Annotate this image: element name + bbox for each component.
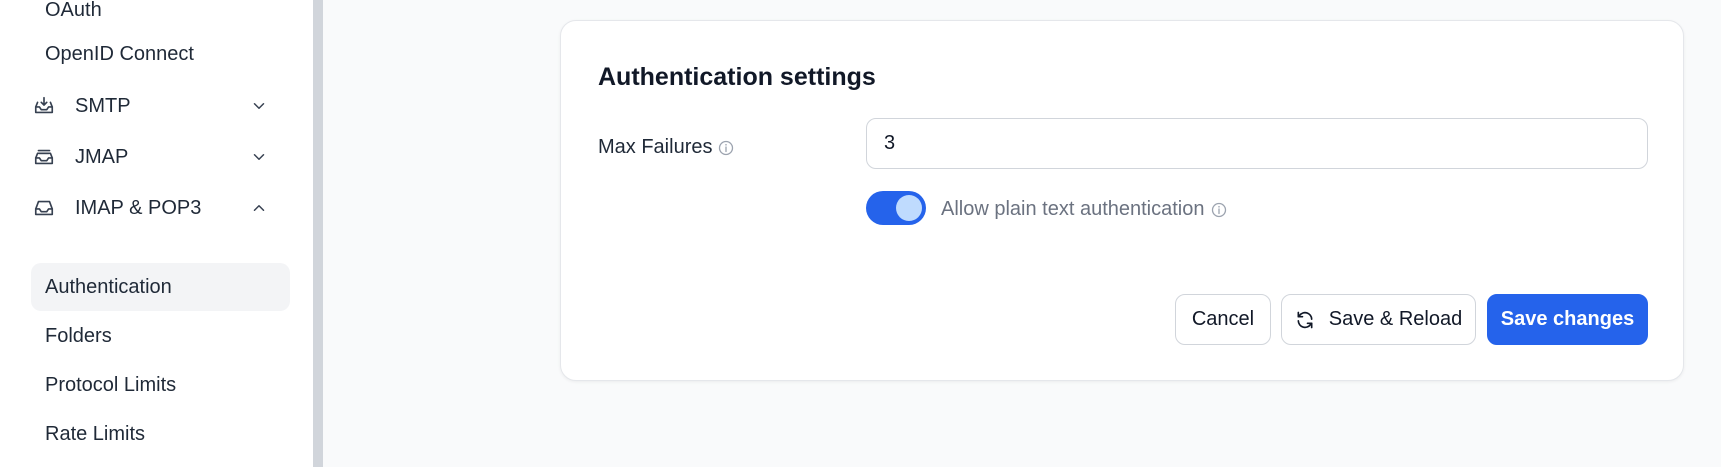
info-icon[interactable] bbox=[718, 140, 734, 156]
toggle-knob bbox=[896, 195, 922, 221]
chevron-down-icon bbox=[250, 148, 268, 166]
plain-text-auth-toggle[interactable] bbox=[866, 191, 926, 225]
cancel-button[interactable]: Cancel bbox=[1175, 294, 1271, 345]
sidebar-item-rate-limits[interactable]: Rate Limits bbox=[31, 410, 290, 458]
sidebar-item-folders[interactable]: Folders bbox=[31, 312, 290, 360]
plain-text-auth-label-text: Allow plain text authentication bbox=[941, 198, 1205, 220]
sidebar-item-label: Authentication bbox=[45, 275, 172, 298]
plain-text-auth-label: Allow plain text authentication bbox=[941, 198, 1227, 221]
max-failures-input[interactable] bbox=[866, 118, 1648, 169]
sidebar-item-label: OpenID Connect bbox=[45, 42, 194, 65]
sidebar-group-label: SMTP bbox=[75, 94, 131, 117]
max-failures-label-text: Max Failures bbox=[598, 136, 713, 158]
save-reload-label: Save & Reload bbox=[1328, 308, 1463, 330]
max-failures-label: Max Failures bbox=[598, 136, 734, 159]
sidebar-item-label: Folders bbox=[45, 324, 112, 347]
sidebar-item-label: Protocol Limits bbox=[45, 373, 177, 396]
sidebar-item-authentication[interactable]: Authentication bbox=[31, 263, 290, 311]
sidebar-group-smtp[interactable]: SMTP bbox=[31, 84, 290, 128]
save-reload-button[interactable]: Save & Reload bbox=[1281, 294, 1476, 345]
settings-card: Authentication settings Max Failures All… bbox=[560, 20, 1684, 381]
sidebar-group-label: JMAP bbox=[75, 145, 129, 168]
save-changes-button[interactable]: Save changes bbox=[1487, 294, 1648, 345]
sidebar-group-label: IMAP & POP3 bbox=[75, 196, 202, 219]
inbox-icon bbox=[33, 197, 55, 219]
chevron-down-icon bbox=[250, 97, 268, 115]
sidebar-item-label: OAuth bbox=[45, 0, 102, 21]
sidebar-item-label: Rate Limits bbox=[45, 422, 146, 445]
sidebar-item-openid-connect[interactable]: OpenID Connect bbox=[31, 30, 290, 78]
info-icon[interactable] bbox=[1211, 202, 1227, 218]
sidebar-item-protocol-limits[interactable]: Protocol Limits bbox=[31, 361, 290, 409]
refresh-icon bbox=[1295, 310, 1315, 330]
inbox-in-icon bbox=[33, 95, 55, 117]
chevron-up-icon bbox=[250, 199, 268, 217]
sidebar-group-imap-pop3[interactable]: IMAP & POP3 bbox=[31, 186, 290, 230]
sidebar-item-oauth[interactable]: OAuth bbox=[31, 0, 290, 34]
card-title: Authentication settings bbox=[598, 63, 876, 91]
sidebar-group-jmap[interactable]: JMAP bbox=[31, 135, 290, 179]
inbox-stack-icon bbox=[33, 146, 55, 168]
sidebar: OAuth OpenID Connect SMTP JMAP IMAP & PO… bbox=[0, 0, 323, 467]
